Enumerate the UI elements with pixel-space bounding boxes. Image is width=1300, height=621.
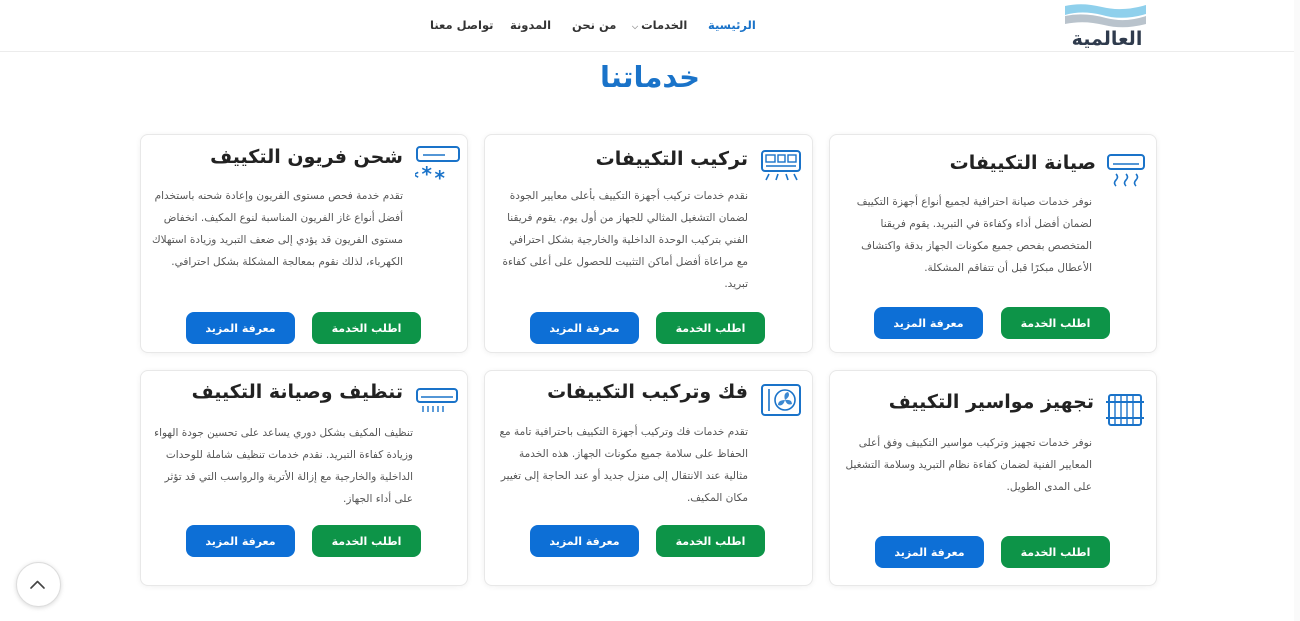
request-service-button[interactable]: اطلب الخدمة [312,525,421,557]
logo-text: العالمية [1071,28,1143,50]
fan-unit-icon [761,384,801,416]
installation-icon [761,150,801,181]
learn-more-button[interactable]: معرفة المزيد [875,536,984,568]
card-title: تجهيز مواسير التكييف [888,391,1094,413]
chevron-down-icon: ⌵ [632,22,639,31]
svg-text:*: * [422,162,433,186]
request-service-button[interactable]: اطلب الخدمة [312,312,421,344]
card-description: نوفر خدمات تجهيز وتركيب مواسير التكييف و… [845,437,1092,493]
section-title: خدماتنا [599,60,701,94]
cleaning-ac-icon [416,388,458,412]
card-title: صيانة التكييفات [949,152,1096,174]
learn-more-button[interactable]: معرفة المزيد [530,525,639,557]
card-title: تركيب التكييفات [595,148,748,170]
service-card-maintenance: صيانة التكييفات نوفر خدمات صيانة احترافي… [829,134,1157,353]
svg-text:*: * [435,166,446,187]
nav-blog[interactable]: المدونة [510,18,551,32]
request-service-button[interactable]: اطلب الخدمة [1001,307,1110,339]
nav-about[interactable]: من نحن [572,18,616,32]
card-title: تنظيف وصيانة التكييف [191,381,403,403]
card-description: نوفر خدمات صيانة احترافية لجميع أنواع أج… [856,196,1092,274]
learn-more-button[interactable]: معرفة المزيد [530,312,639,344]
request-service-button[interactable]: اطلب الخدمة [1001,536,1110,568]
learn-more-button[interactable]: معرفة المزيد [186,312,295,344]
request-service-button[interactable]: اطلب الخدمة [656,312,765,344]
service-card-removal-installation: فك وتركيب التكييفات تقدم خدمات فك وتركيب… [484,370,813,586]
learn-more-button[interactable]: معرفة المزيد [186,525,295,557]
service-card-pipes: تجهيز مواسير التكييف نوفر خدمات تجهيز وت… [829,370,1157,586]
service-card-installation: تركيب التكييفات نقدم خدمات تركيب أجهزة ا… [484,134,813,353]
card-description: تقدم خدمات فك وتركيب أجهزة التكييف باحتر… [499,426,748,504]
service-card-freon: * * * شحن فريون التكييف تقدم خدمة فحص مس… [140,134,468,353]
logo[interactable]: العالمية [1062,2,1152,50]
card-title: شحن فريون التكييف [210,146,403,168]
ac-unit-icon [1107,154,1145,187]
svg-text:*: * [415,166,420,187]
learn-more-button[interactable]: معرفة المزيد [874,307,983,339]
nav-services[interactable]: الخدمات⌵ [632,18,687,32]
chevron-up-icon [30,580,45,589]
card-description: نقدم خدمات تركيب أجهزة التكييف بأعلى معا… [502,190,748,290]
nav-contact[interactable]: تواصل معنا [430,18,493,32]
nav-home[interactable]: الرئيسية [708,18,756,32]
pipes-icon [1106,394,1144,426]
scroll-to-top-button[interactable] [16,562,61,607]
nav-services-label: الخدمات [641,18,688,32]
card-description: تنظيف المكيف بشكل دوري يساعد على تحسين ج… [154,427,413,505]
card-description: تقدم خدمة فحص مستوى الفريون وإعادة شحنه … [151,190,403,268]
request-service-button[interactable]: اطلب الخدمة [656,525,765,557]
snowflake-ac-icon: * * * [415,146,460,187]
service-card-cleaning: تنظيف وصيانة التكييف تنظيف المكيف بشكل د… [140,370,468,586]
card-title: فك وتركيب التكييفات [547,381,748,403]
site-header: العالمية الرئيسية الخدمات⌵ من نحن المدون… [0,0,1300,52]
